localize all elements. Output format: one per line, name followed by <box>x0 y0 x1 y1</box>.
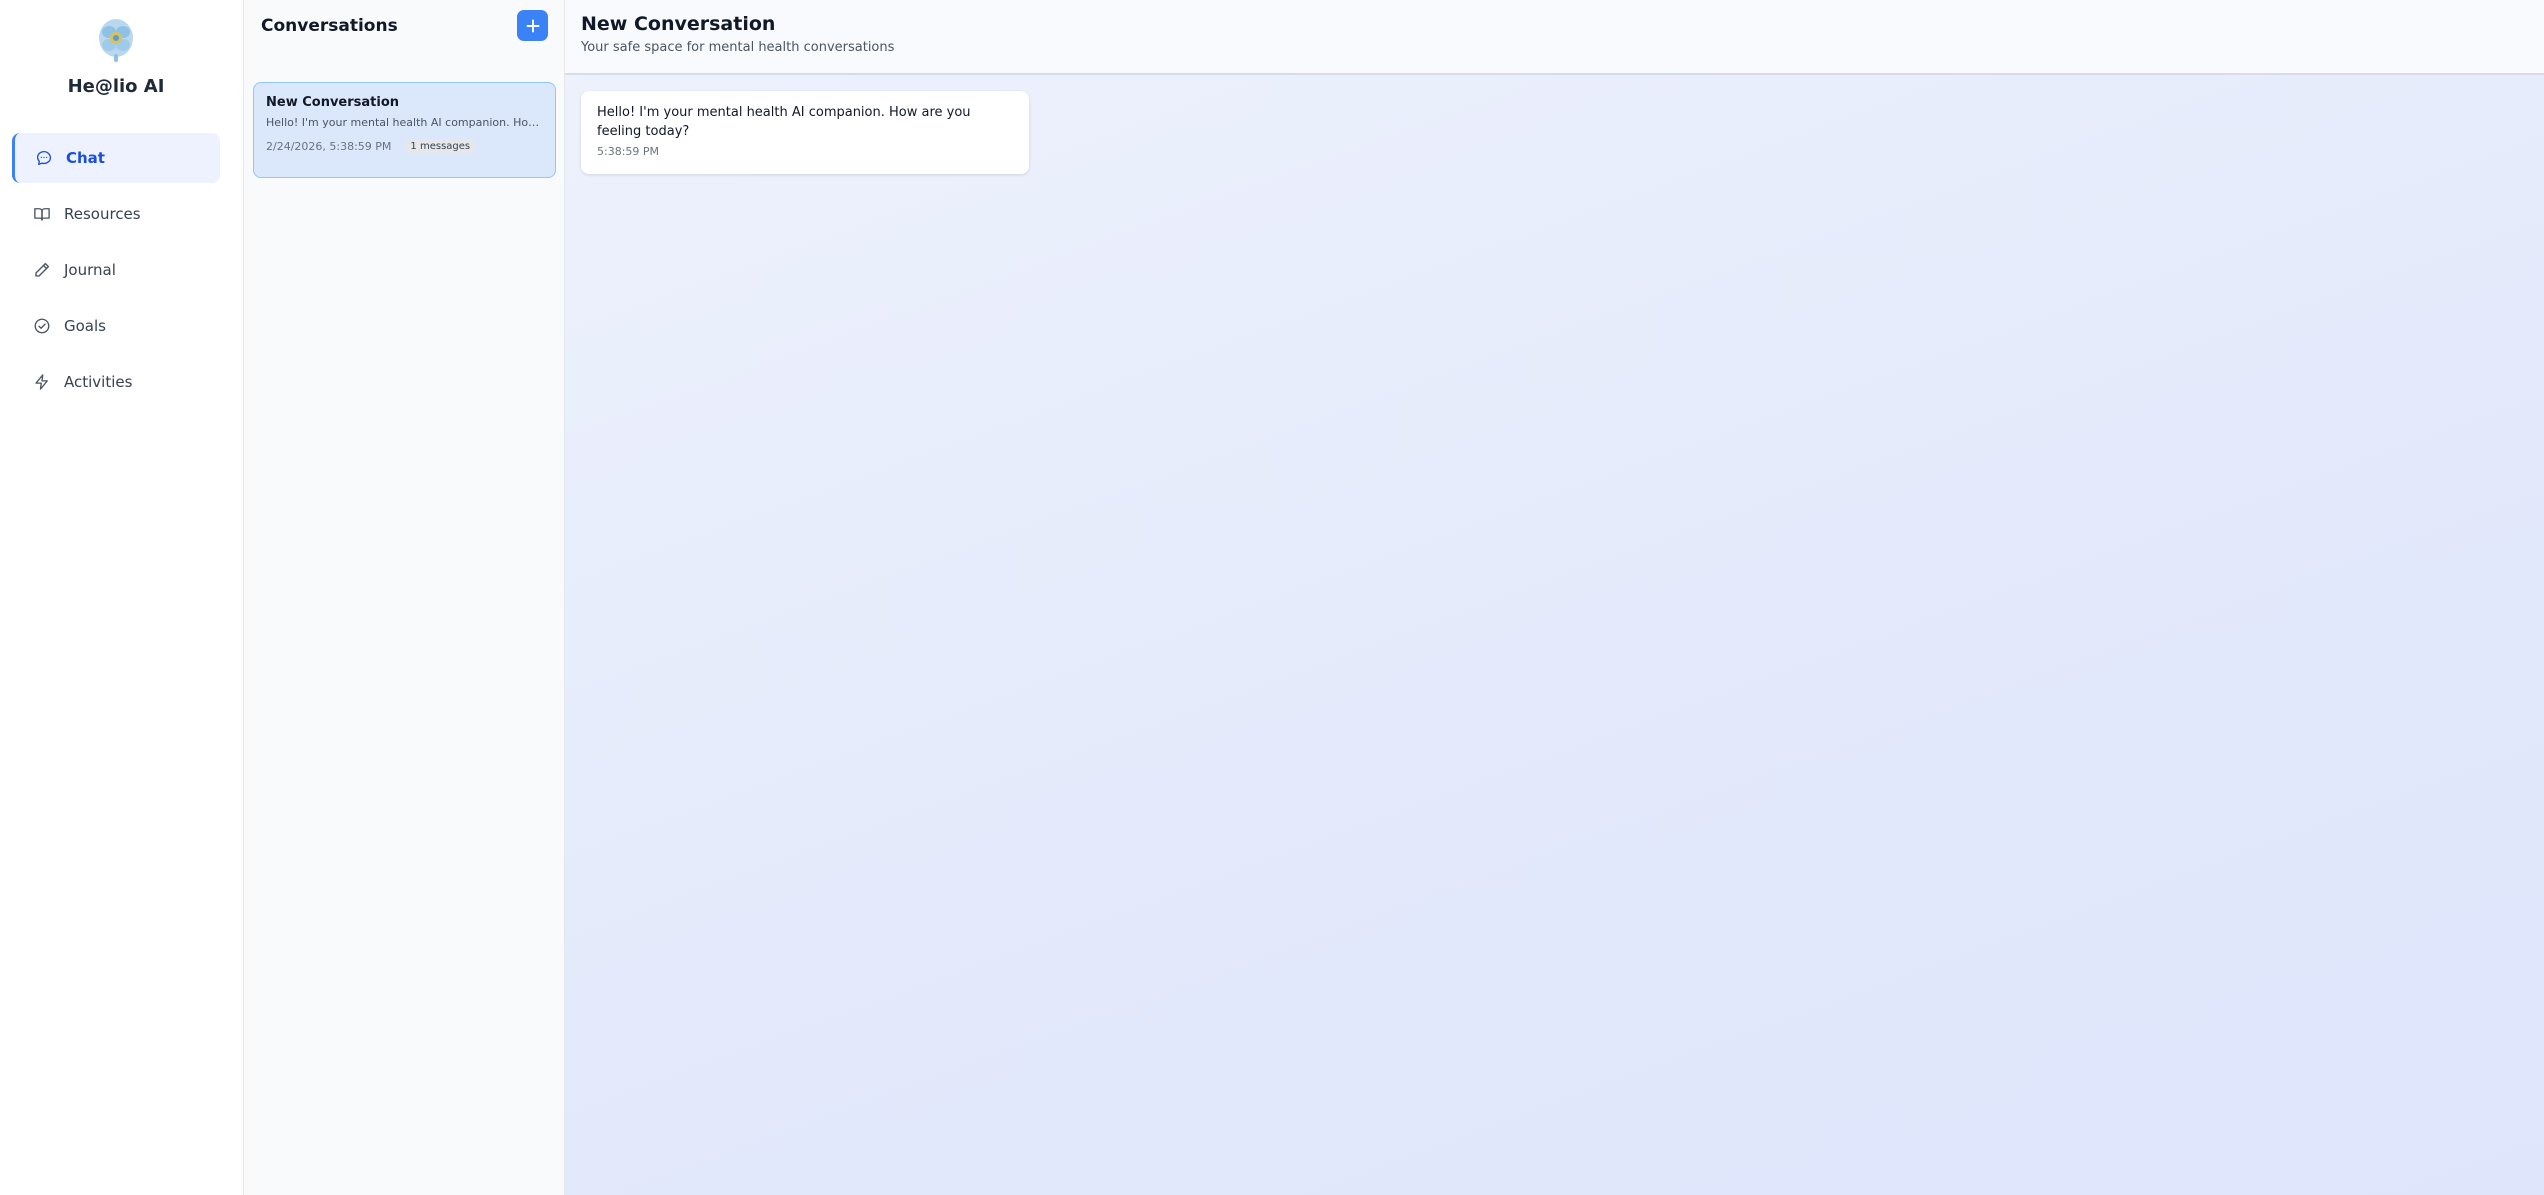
message-time: 5:38:59 PM <box>597 145 660 158</box>
nav-item-activities[interactable]: Activities <box>12 357 220 407</box>
check-circle-icon <box>32 316 52 336</box>
chat-bubble-icon <box>34 148 54 168</box>
conversation-preview: Hello! I'm your mental health AI compani… <box>266 116 542 129</box>
chat-header: New Conversation Your safe space for men… <box>565 0 2544 75</box>
conversations-title: Conversations <box>261 16 398 36</box>
pencil-icon <box>32 260 52 280</box>
brand: He@lio AI <box>0 16 232 97</box>
lightning-icon <box>32 372 52 392</box>
conversation-timestamp: 2/24/2026, 5:38:59 PM <box>266 140 392 153</box>
nav-item-goals[interactable]: Goals <box>12 301 220 351</box>
sidebar-nav: He@lio AI Chat Resources Journal Goals A… <box>0 0 244 1195</box>
page-subtitle: Your safe space for mental health conver… <box>581 40 895 55</box>
nav-label: Chat <box>66 149 105 167</box>
nav-label: Goals <box>64 317 106 335</box>
conversation-title: New Conversation <box>266 95 400 110</box>
conversations-panel: Conversations New Conversation Hello! I'… <box>244 0 565 1195</box>
nav-item-resources[interactable]: Resources <box>12 189 220 239</box>
new-conversation-button[interactable] <box>517 10 548 41</box>
conversation-meta: 2/24/2026, 5:38:59 PM 1 messages <box>266 139 543 154</box>
message-bubble: Hello! I'm your mental health AI compani… <box>581 91 1029 174</box>
message-text: Hello! I'm your mental health AI compani… <box>597 105 971 139</box>
chat-main: New Conversation Your safe space for men… <box>565 0 2544 1195</box>
nav-label: Journal <box>64 261 116 279</box>
nav-label: Activities <box>64 373 133 391</box>
nav-label: Resources <box>64 205 141 223</box>
plus-icon <box>526 19 540 33</box>
nav-item-chat[interactable]: Chat <box>12 133 220 183</box>
nav-item-journal[interactable]: Journal <box>12 245 220 295</box>
app-name: He@lio AI <box>67 76 165 97</box>
brain-logo-icon <box>95 16 137 64</box>
conversation-item[interactable]: New Conversation Hello! I'm your mental … <box>253 82 556 178</box>
nav-list: Chat Resources Journal Goals Activities <box>12 133 220 413</box>
page-title: New Conversation <box>581 13 776 35</box>
message-count-badge: 1 messages <box>405 139 476 154</box>
book-icon <box>32 204 52 224</box>
